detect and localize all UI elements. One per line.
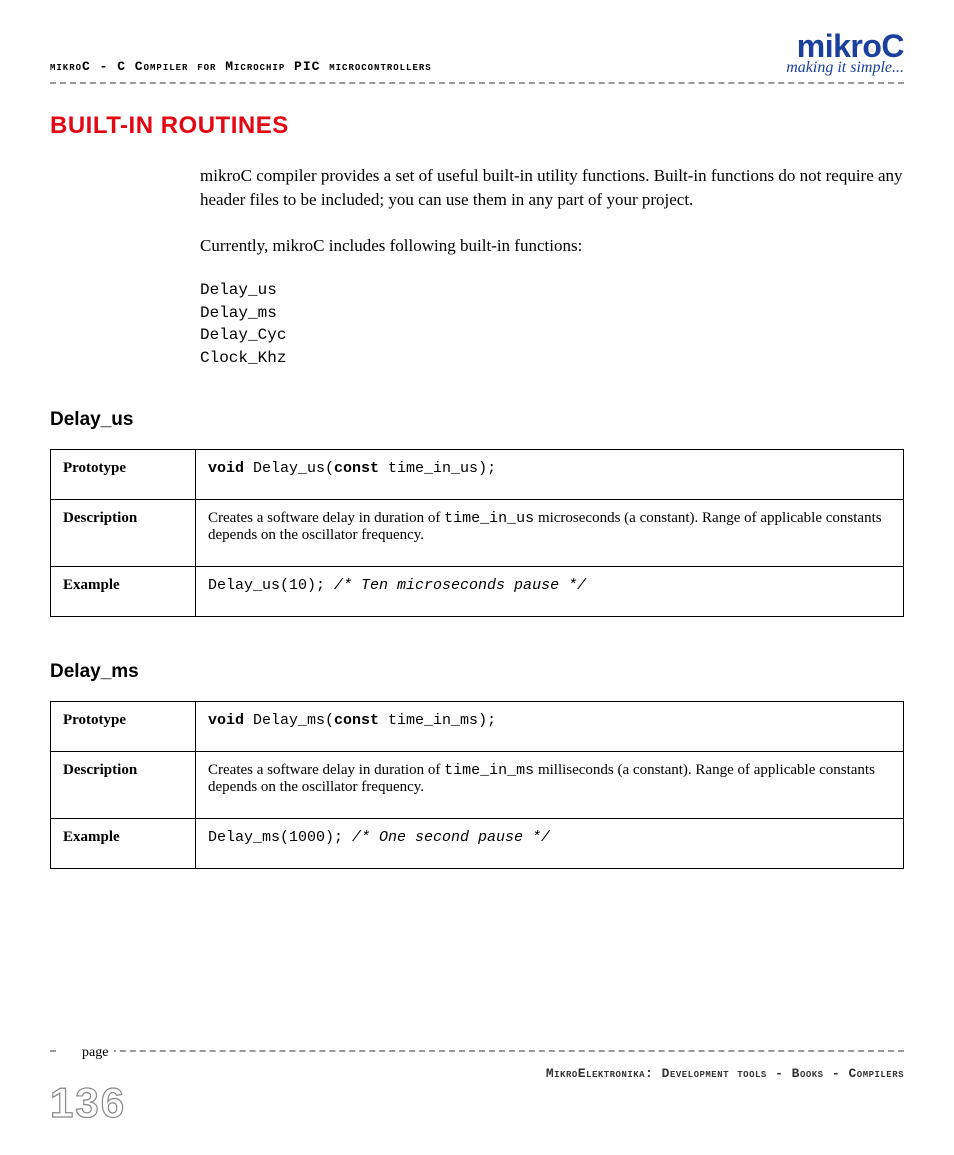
- keyword-const: const: [334, 712, 379, 729]
- proto-text-b: time_in_ms);: [379, 712, 496, 729]
- row-label-prototype: Prototype: [51, 449, 196, 499]
- page-footer: page MikroElektronika: Development tools…: [50, 1050, 904, 1127]
- table-row: Description Creates a software delay in …: [51, 499, 904, 566]
- desc-code: time_in_ms: [444, 762, 534, 779]
- example-call: Delay_us(10);: [208, 577, 334, 594]
- page-header: mikroC - C Compiler for Microchip PIC mi…: [50, 30, 904, 76]
- proto-text-a: Delay_us(: [244, 460, 334, 477]
- table-row: Prototype void Delay_us(const time_in_us…: [51, 449, 904, 499]
- table-row: Prototype void Delay_ms(const time_in_ms…: [51, 701, 904, 751]
- example-cell: Delay_ms(1000); /* One second pause */: [196, 818, 904, 868]
- header-left-text: mikroC - C Compiler for Microchip PIC mi…: [50, 59, 432, 76]
- row-label-description: Description: [51, 751, 196, 818]
- desc-code: time_in_us: [444, 510, 534, 527]
- prototype-code: void Delay_ms(const time_in_ms);: [208, 712, 496, 729]
- example-comment: /* One second pause */: [352, 829, 550, 846]
- table-delay-ms: Prototype void Delay_ms(const time_in_ms…: [50, 701, 904, 869]
- intro-block: mikroC compiler provides a set of useful…: [200, 164, 904, 369]
- prototype-code: void Delay_us(const time_in_us);: [208, 460, 496, 477]
- table-row: Example Delay_us(10); /* Ten microsecond…: [51, 566, 904, 616]
- heading-delay-us: Delay_us: [50, 409, 904, 431]
- example-call: Delay_ms(1000);: [208, 829, 352, 846]
- intro-paragraph-1: mikroC compiler provides a set of useful…: [200, 164, 904, 212]
- keyword-const: const: [334, 460, 379, 477]
- footer-divider: [50, 1050, 904, 1052]
- intro-paragraph-2: Currently, mikroC includes following bui…: [200, 234, 904, 258]
- header-right: mikroC making it simple...: [786, 30, 904, 76]
- keyword-void: void: [208, 460, 244, 477]
- header-divider: [50, 82, 904, 84]
- section-title: BUILT-IN ROUTINES: [50, 112, 904, 140]
- function-list: Delay_us Delay_ms Delay_Cyc Clock_Khz: [200, 279, 904, 369]
- desc-text-a: Creates a software delay in duration of: [208, 762, 444, 778]
- heading-delay-ms: Delay_ms: [50, 661, 904, 683]
- table-row: Description Creates a software delay in …: [51, 751, 904, 818]
- row-label-example: Example: [51, 818, 196, 868]
- proto-text-b: time_in_us);: [379, 460, 496, 477]
- page-number: 136: [50, 1079, 904, 1127]
- row-label-prototype: Prototype: [51, 701, 196, 751]
- description-cell: Creates a software delay in duration of …: [196, 499, 904, 566]
- table-row: Example Delay_ms(1000); /* One second pa…: [51, 818, 904, 868]
- document-page: mikroC - C Compiler for Microchip PIC mi…: [0, 0, 954, 1155]
- example-cell: Delay_us(10); /* Ten microseconds pause …: [196, 566, 904, 616]
- brand-tagline: making it simple...: [786, 60, 904, 76]
- example-comment: /* Ten microseconds pause */: [334, 577, 586, 594]
- keyword-void: void: [208, 712, 244, 729]
- row-label-description: Description: [51, 499, 196, 566]
- proto-text-a: Delay_ms(: [244, 712, 334, 729]
- description-cell: Creates a software delay in duration of …: [196, 751, 904, 818]
- example-code: Delay_us(10); /* Ten microseconds pause …: [208, 577, 586, 594]
- prototype-cell: void Delay_ms(const time_in_ms);: [196, 701, 904, 751]
- desc-text-a: Creates a software delay in duration of: [208, 510, 444, 526]
- table-delay-us: Prototype void Delay_us(const time_in_us…: [50, 449, 904, 617]
- prototype-cell: void Delay_us(const time_in_us);: [196, 449, 904, 499]
- row-label-example: Example: [51, 566, 196, 616]
- example-code: Delay_ms(1000); /* One second pause */: [208, 829, 550, 846]
- page-label: page: [58, 1045, 114, 1061]
- brand-logo: mikroC: [786, 30, 904, 62]
